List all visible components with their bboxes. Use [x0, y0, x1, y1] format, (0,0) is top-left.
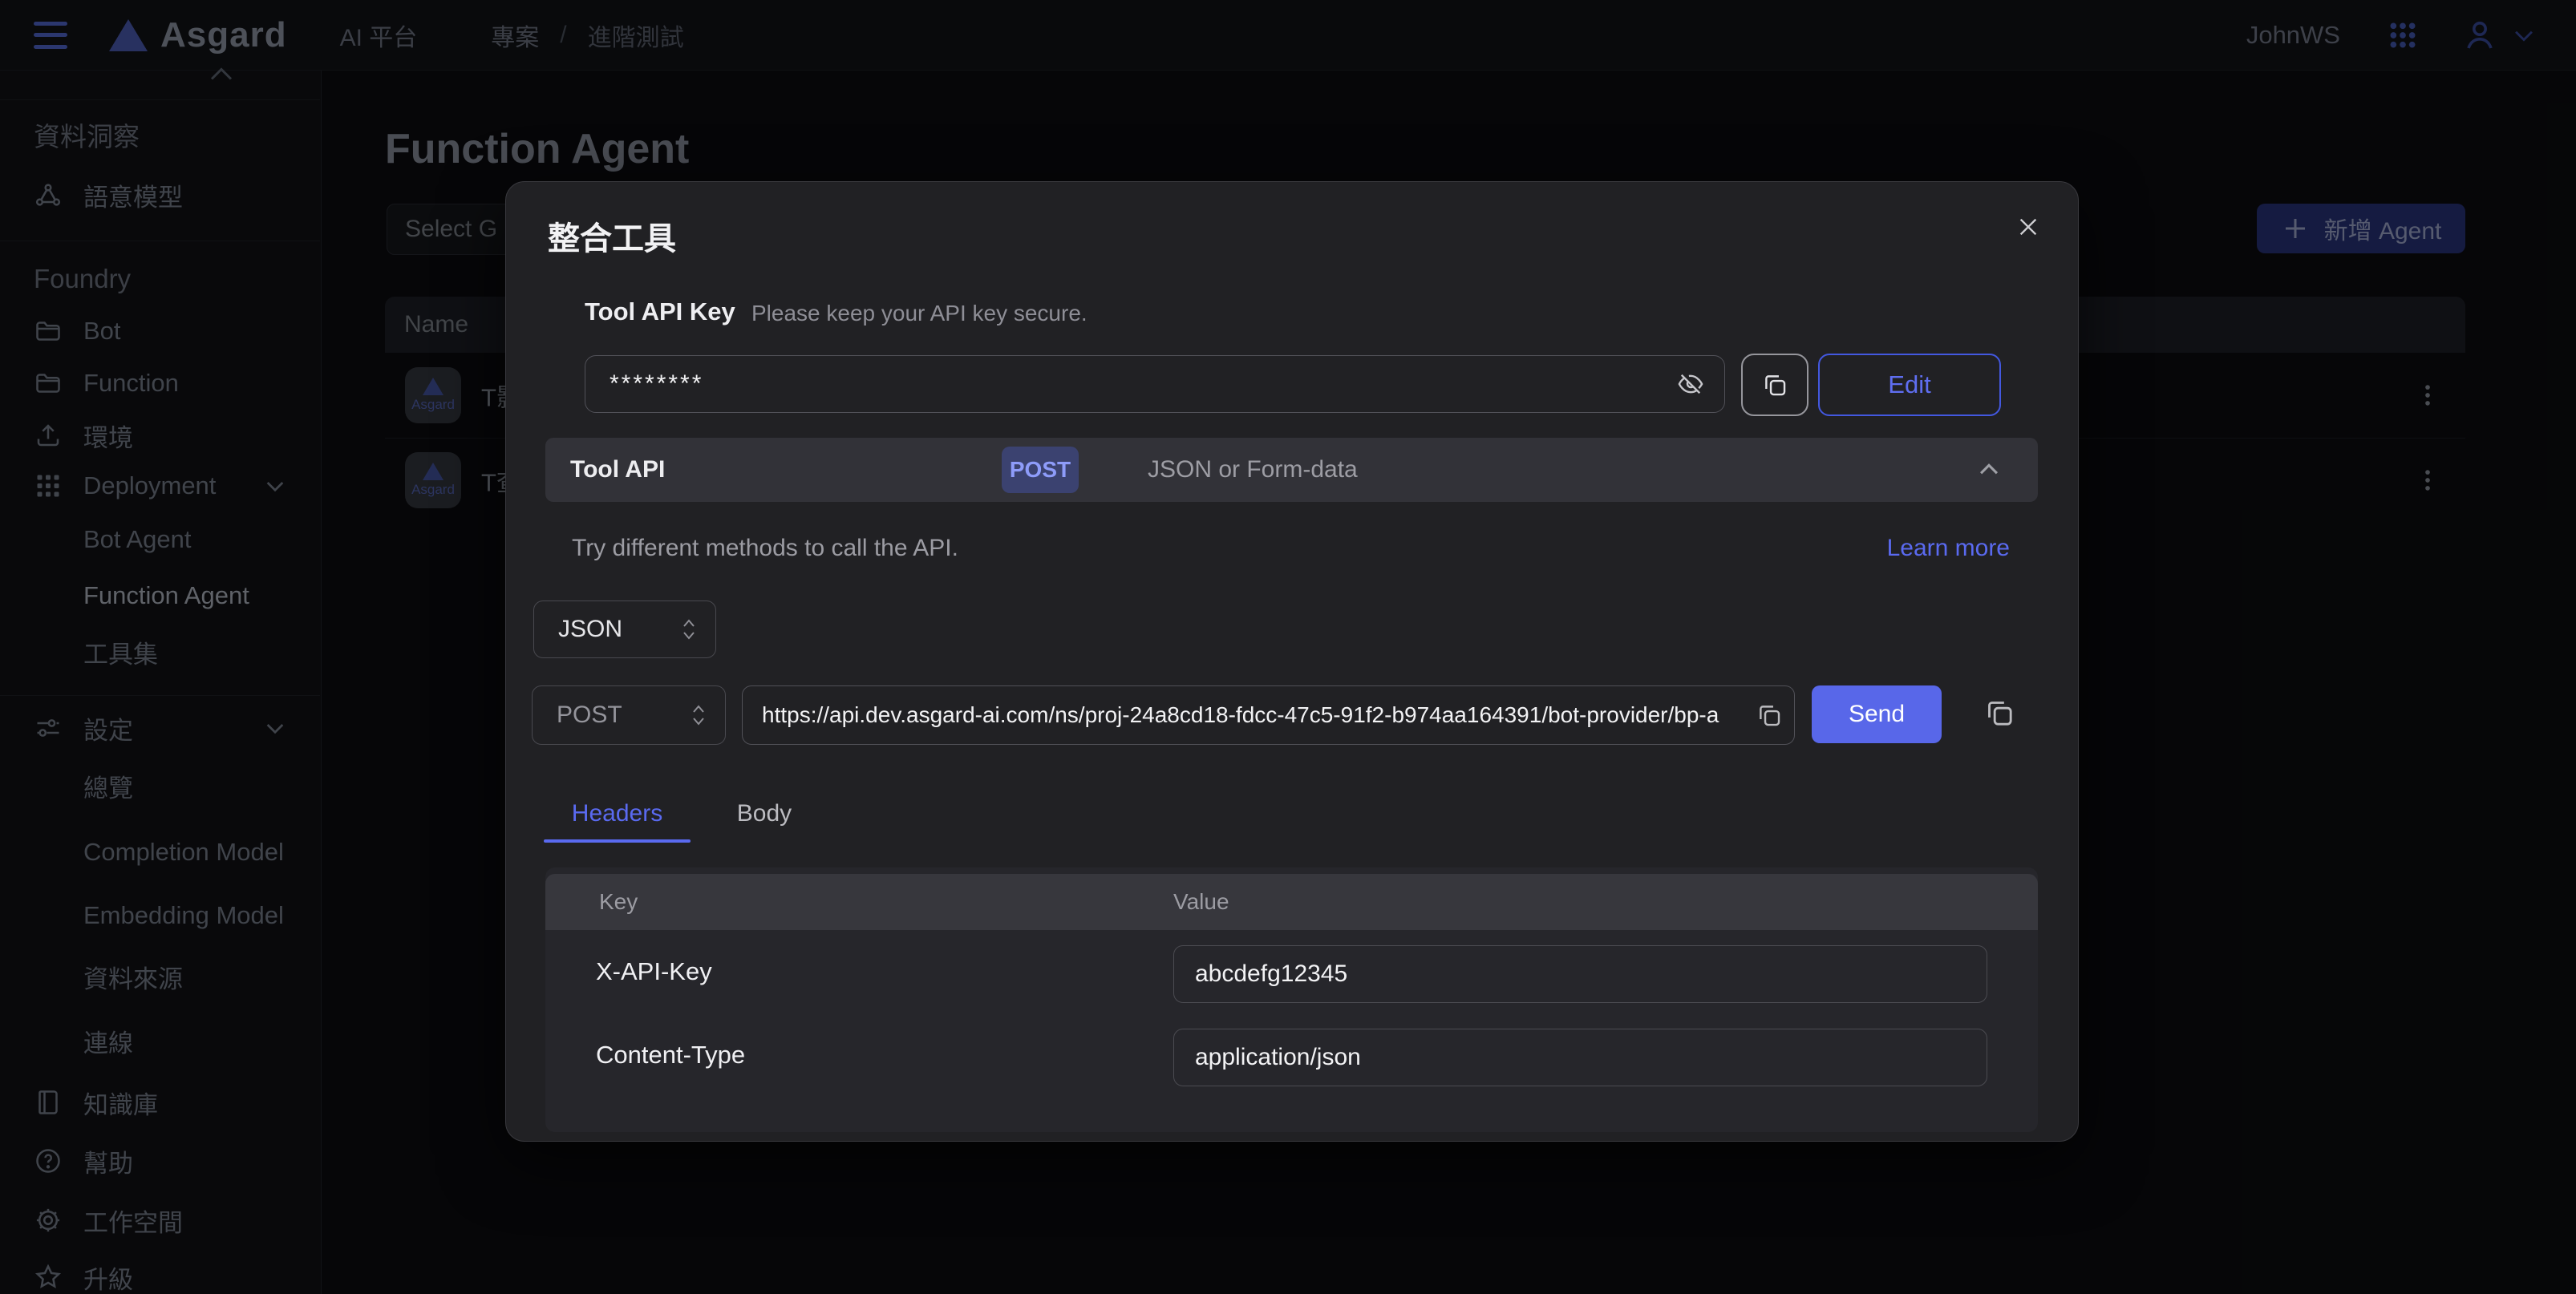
- post-method-badge: POST: [1002, 447, 1079, 493]
- copy-request-icon[interactable]: [1983, 697, 2015, 729]
- helper-text: Try different methods to call the API.: [572, 535, 958, 562]
- request-url-field: [742, 685, 1795, 745]
- learn-more-link[interactable]: Learn more: [1887, 535, 2010, 562]
- modal-title: 整合工具: [548, 212, 676, 259]
- api-key-field: [585, 355, 1725, 413]
- method-select[interactable]: POST: [532, 685, 726, 745]
- unfold-chevrons-icon: [690, 702, 707, 728]
- api-key-hint: Please keep your API key secure.: [751, 301, 1088, 326]
- copy-url-icon[interactable]: [1756, 702, 1783, 729]
- tab-headers[interactable]: Headers: [544, 788, 691, 839]
- chevron-up-icon[interactable]: [1975, 456, 2003, 483]
- tab-body[interactable]: Body: [712, 788, 816, 839]
- headers-table-header: Key Value: [545, 874, 2038, 930]
- header-value-field: [1173, 945, 1987, 1003]
- tool-api-collapse-header[interactable]: Tool API POST JSON or Form-data: [545, 438, 2038, 502]
- app-root: Asgard AI 平台 專案 / 進階測試 JohnWS 資料洞察: [0, 0, 2576, 1294]
- close-icon[interactable]: [2012, 211, 2044, 243]
- header-value-input[interactable]: [1174, 1029, 1987, 1086]
- api-key-label: Tool API Key: [585, 297, 735, 326]
- header-key-label: X-API-Key: [596, 957, 712, 986]
- copy-api-key-button[interactable]: [1741, 354, 1808, 416]
- format-hint: JSON or Form-data: [1148, 456, 1358, 483]
- edit-api-key-button[interactable]: Edit: [1818, 354, 2001, 416]
- active-tab-underline: [544, 839, 691, 843]
- integration-tool-modal: 整合工具 Tool API Key Please keep your API k…: [505, 181, 2079, 1142]
- eye-off-icon[interactable]: [1676, 370, 1705, 398]
- header-value-input[interactable]: [1174, 946, 1987, 1002]
- headers-table: Key Value X-API-Key Content-Type: [545, 867, 2038, 1132]
- request-url-input[interactable]: [743, 686, 1794, 744]
- api-key-input[interactable]: [585, 356, 1724, 412]
- value-column-header: Value: [1173, 889, 1229, 915]
- key-column-header: Key: [599, 889, 638, 915]
- header-key-label: Content-Type: [596, 1041, 745, 1070]
- tool-api-label: Tool API: [570, 456, 665, 483]
- send-button[interactable]: Send: [1812, 685, 1942, 743]
- header-value-field: [1173, 1029, 1987, 1086]
- format-select[interactable]: JSON: [533, 600, 716, 658]
- unfold-chevrons-icon: [680, 617, 698, 642]
